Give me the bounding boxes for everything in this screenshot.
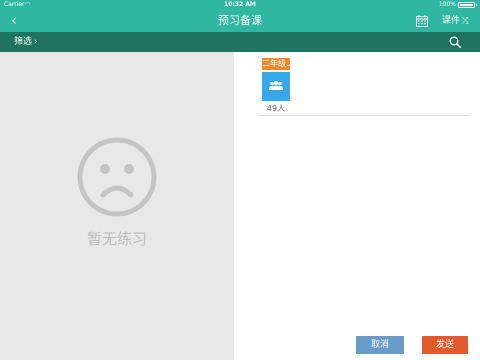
group-people-icon (269, 81, 283, 90)
class-card[interactable]: 二年级... 49人 (262, 58, 290, 114)
page-title: 预习备课 (218, 14, 262, 27)
shuffle-icon: ⤮ (462, 16, 469, 25)
status-time: 10:32 AM (224, 1, 256, 8)
class-box[interactable] (262, 72, 290, 101)
battery-icon (458, 2, 477, 8)
grade-tag: 二年级... (262, 58, 290, 70)
class-panel: 二年级... 49人 取消 发送 (234, 52, 480, 360)
nav-bar: ‹ 预习备课 课件 ⤮ (0, 10, 480, 32)
divider (258, 115, 470, 116)
sad-face-icon (77, 137, 157, 217)
chevron-right-icon: › (34, 37, 38, 47)
kejian-switch-button[interactable]: 课件 ⤮ (442, 10, 468, 32)
send-button[interactable]: 发送 (422, 336, 468, 354)
filter-button[interactable]: 筛选 › (14, 32, 38, 52)
calendar-icon[interactable] (416, 15, 428, 27)
empty-state-text: 暂无练习 (86, 230, 147, 248)
filter-bar: 筛选 › (0, 32, 480, 52)
status-bar: Carrier ◠ 10:32 AM 100% (0, 0, 480, 10)
cancel-button[interactable]: 取消 (356, 336, 404, 354)
search-icon[interactable] (449, 36, 461, 48)
exercise-panel: 暂无练习 (0, 52, 234, 360)
battery-percent: 100% (438, 1, 456, 8)
kejian-label: 课件 (442, 16, 461, 26)
filter-label: 筛选 (14, 37, 33, 47)
student-count: 49人 (266, 104, 286, 113)
